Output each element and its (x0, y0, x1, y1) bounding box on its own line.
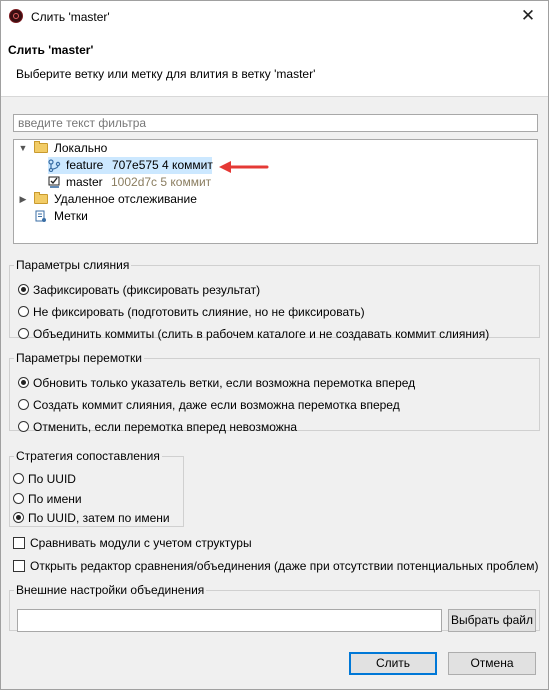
checkbox[interactable] (13, 559, 25, 572)
checkbox-structural-compare[interactable]: Сравнивать модули с учетом структуры (13, 535, 252, 552)
checkbox-label: Открыть редактор сравнения/объединения (… (30, 559, 539, 573)
radio-no-ff[interactable]: Создать коммит слияния, даже если возмож… (18, 397, 400, 414)
radio-commit[interactable]: Зафиксировать (фиксировать результат) (18, 282, 260, 299)
matching-strategy-group: Стратегия сопоставления По UUID По имени… (9, 449, 184, 527)
branch-icon (48, 159, 61, 172)
dialog-header: Слить 'master' Выберите ветку или метку … (1, 33, 548, 97)
tree-node-branch-feature[interactable]: feature 707e575 4 коммит (48, 157, 213, 174)
app-icon (9, 9, 23, 23)
radio-button[interactable] (18, 328, 29, 340)
fast-forward-options-group: Параметры перемотки Обновить только указ… (9, 351, 540, 434)
folder-icon (34, 141, 48, 153)
radio-label: Зафиксировать (фиксировать результат) (33, 283, 261, 297)
group-title: Параметры слияния (16, 258, 130, 272)
branch-name: feature (66, 158, 104, 172)
ref-tree[interactable]: ▼ Локально feature 707e575 4 коммит mast… (13, 139, 538, 244)
merge-button[interactable]: Слить (349, 652, 437, 675)
group-title: Внешние настройки объединения (16, 583, 205, 597)
radio-squash[interactable]: Объединить коммиты (слить в рабочем ката… (18, 326, 489, 343)
close-icon[interactable]: ✕ (518, 6, 538, 26)
tag-icon (35, 210, 46, 222)
radio-by-uuid[interactable]: По UUID (13, 471, 76, 488)
radio-button[interactable] (18, 306, 29, 318)
radio-button[interactable] (13, 473, 24, 485)
group-title: Параметры перемотки (16, 351, 142, 365)
chevron-down-icon[interactable]: ▼ (18, 140, 28, 157)
radio-by-name[interactable]: По имени (13, 491, 82, 508)
merge-dialog: Слить 'master' ✕ Слить 'master' Выберите… (0, 0, 549, 690)
title-bar: Слить 'master' ✕ (1, 1, 548, 33)
radio-label: Не фиксировать (подготовить слияние, но … (33, 305, 365, 319)
external-merge-settings-group: Внешние настройки объединения Выбрать фа… (9, 583, 540, 632)
branch-info: 1002d7c 5 коммит (111, 175, 212, 189)
filter-field[interactable] (13, 114, 538, 132)
radio-label: По имени (28, 492, 82, 506)
filter-input[interactable] (14, 115, 537, 131)
folder-icon (34, 192, 48, 204)
chevron-right-icon[interactable]: ▶ (18, 191, 28, 208)
dialog-body: ▼ Локально feature 707e575 4 коммит (1, 97, 548, 689)
tree-node-label: Удаленное отслеживание (54, 192, 197, 206)
branch-info: 707e575 4 коммит (112, 158, 213, 172)
radio-no-commit[interactable]: Не фиксировать (подготовить слияние, но … (18, 304, 365, 321)
radio-label: По UUID (28, 472, 76, 486)
checked-branch-icon (48, 176, 60, 188)
page-title: Слить 'master' (8, 43, 94, 57)
radio-ff-only[interactable]: Отменить, если перемотка вперед невозмож… (18, 419, 297, 436)
radio-label: Отменить, если перемотка вперед невозмож… (33, 420, 298, 434)
radio-by-uuid-then-name[interactable]: По UUID, затем по имени (13, 510, 170, 527)
browse-file-button[interactable]: Выбрать файл (448, 609, 536, 632)
radio-button[interactable] (13, 512, 24, 524)
radio-label: Обновить только указатель ветки, если во… (33, 376, 416, 390)
tree-node-label: Метки (54, 209, 88, 223)
window-title: Слить 'master' (31, 10, 110, 24)
checkbox[interactable] (13, 536, 25, 549)
radio-button[interactable] (18, 284, 29, 296)
radio-button[interactable] (18, 421, 29, 433)
tree-node-label: Локально (54, 141, 108, 155)
external-settings-input[interactable] (17, 609, 442, 632)
checkbox-open-merge-editor[interactable]: Открыть редактор сравнения/объединения (… (13, 558, 538, 575)
radio-label: Создать коммит слияния, даже если возмож… (33, 398, 400, 412)
radio-label: По UUID, затем по имени (28, 511, 170, 525)
checkbox-label: Сравнивать модули с учетом структуры (30, 536, 252, 550)
radio-ff-only-pointer[interactable]: Обновить только указатель ветки, если во… (18, 375, 415, 392)
red-arrow-icon (219, 161, 269, 173)
merge-options-group: Параметры слияния Зафиксировать (фиксиро… (9, 258, 540, 341)
radio-button[interactable] (13, 493, 24, 505)
radio-button[interactable] (18, 377, 29, 389)
cancel-button[interactable]: Отмена (448, 652, 536, 675)
group-title: Стратегия сопоставления (16, 449, 160, 463)
radio-label: Объединить коммиты (слить в рабочем ката… (33, 327, 490, 341)
branch-name: master (66, 175, 103, 189)
page-description: Выберите ветку или метку для влития в ве… (16, 67, 316, 81)
radio-button[interactable] (18, 399, 29, 411)
